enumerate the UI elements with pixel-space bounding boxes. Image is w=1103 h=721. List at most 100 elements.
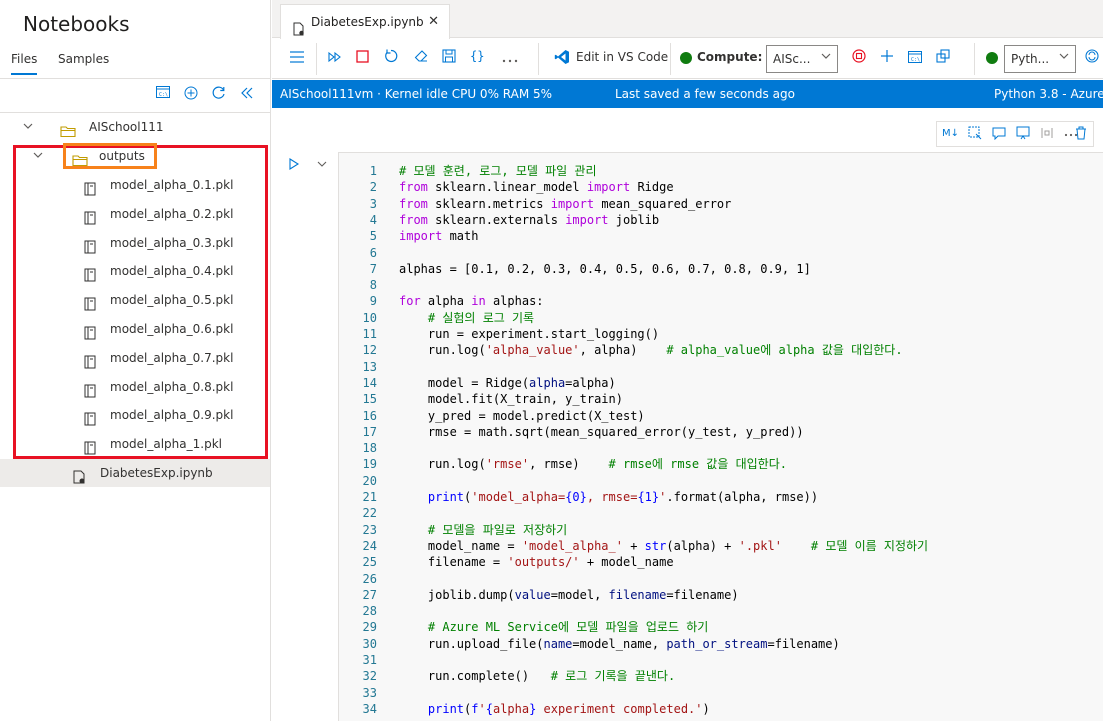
vm-status: AISchool111vm · Kernel idle CPU 0% RAM 5… <box>280 87 553 101</box>
line-number: 28 <box>362 604 377 619</box>
divider <box>0 78 271 79</box>
tree-item-file[interactable]: model_alpha_0.5.pkl <box>0 286 270 314</box>
code-line: 28 <box>339 603 1103 619</box>
tree-folder-outputs[interactable]: outputs <box>0 142 270 170</box>
restart-icon[interactable] <box>384 49 398 69</box>
tree-item-file[interactable]: model_alpha_0.3.pkl <box>0 229 270 257</box>
code-text: # Azure ML Service에 모델 파일을 업로드 하기 <box>427 620 709 635</box>
code-text: y_pred = model.predict(X_test) <box>399 408 645 423</box>
code-line: 4 from sklearn.externals import joblib <box>339 212 1103 228</box>
line-number: 31 <box>362 653 377 667</box>
code-line: 20 <box>339 473 1103 489</box>
code-line: 12 run.log('alpha_value', alpha) # alpha… <box>339 342 1103 358</box>
line-number: 18 <box>362 441 377 456</box>
tab-samples[interactable]: Samples <box>58 52 109 66</box>
more-icon[interactable] <box>502 49 518 69</box>
tree-item-file[interactable]: model_alpha_0.7.pkl <box>0 344 270 372</box>
code-line: 10 # 실험의 로그 기록 <box>339 310 1103 326</box>
tree-root-folder[interactable]: AISchool111 <box>0 113 270 141</box>
editor-tabstrip: DiabetesExp.ipynb ✕ <box>272 0 1103 39</box>
code-text: run.log('rmse', rmse) # rmse에 rmse 값을 대입… <box>399 457 787 472</box>
line-number: 4 <box>369 212 377 227</box>
variables-icon[interactable]: {} <box>470 49 486 69</box>
menu-icon[interactable] <box>290 49 304 69</box>
line-number: 23 <box>362 522 377 537</box>
run-by-line-icon[interactable] <box>967 126 983 142</box>
chevron-down-icon[interactable] <box>22 121 34 133</box>
line-number: 9 <box>369 294 377 309</box>
tree-item-file[interactable]: model_alpha_0.4.pkl <box>0 257 270 285</box>
tree-item-label: model_alpha_0.1.pkl <box>110 178 234 192</box>
line-number: 11 <box>362 327 377 341</box>
save-icon[interactable] <box>442 49 456 69</box>
notebook-file-icon <box>293 15 305 36</box>
kernel-status-icon <box>986 52 998 64</box>
code-line: 15 model.fit(X_train, y_train) <box>339 391 1103 407</box>
code-text: run = experiment.start_logging() <box>399 327 660 341</box>
tree-item-label: model_alpha_0.2.pkl <box>110 206 234 221</box>
chevron-down-icon[interactable] <box>316 158 328 173</box>
open-in-icon[interactable] <box>936 49 950 69</box>
tree-item-file[interactable]: model_alpha_0.2.pkl <box>0 200 270 228</box>
tree-item-file[interactable]: model_alpha_0.6.pkl <box>0 315 270 343</box>
stop-compute-icon[interactable] <box>852 49 866 69</box>
refresh-icon[interactable] <box>210 86 228 104</box>
tree-item-notebook[interactable]: DiabetesExp.ipynb <box>0 459 270 487</box>
kernel-refresh-icon[interactable] <box>1085 49 1099 69</box>
tab-files[interactable]: Files <box>11 52 38 75</box>
code-text: model = Ridge(alpha=alpha) <box>399 375 616 390</box>
tree-item-label: model_alpha_0.8.pkl <box>110 379 234 394</box>
line-number: 1 <box>369 164 377 178</box>
divider <box>316 43 317 75</box>
tree-item-label: model_alpha_0.6.pkl <box>110 322 234 336</box>
compute-select-value: AISc... <box>773 52 811 66</box>
code-line: 1 # 모델 훈련, 로그, 모델 파일 관리 <box>339 163 1103 179</box>
code-line: 5 import math <box>339 228 1103 244</box>
run-cell-icon[interactable] <box>288 158 300 173</box>
code-line: 18 <box>339 440 1103 456</box>
line-number: 19 <box>362 457 377 472</box>
stop-icon[interactable] <box>356 49 369 69</box>
code-line: 27 joblib.dump(value=model, filename=fil… <box>339 587 1103 603</box>
tree-item-label: AISchool111 <box>89 120 164 134</box>
terminal-icon[interactable]: C:\ <box>154 86 172 104</box>
delete-icon[interactable] <box>1073 126 1089 142</box>
line-number: 8 <box>369 278 377 293</box>
run-all-icon[interactable] <box>328 49 342 69</box>
line-number: 30 <box>362 636 377 651</box>
collapse-panel-icon[interactable] <box>238 86 256 104</box>
add-file-icon[interactable] <box>182 86 200 104</box>
chevron-down-icon[interactable] <box>32 150 44 162</box>
close-icon[interactable]: ✕ <box>428 5 439 39</box>
tree-item-file[interactable]: model_alpha_1.pkl <box>0 430 270 458</box>
tree-item-label: model_alpha_0.9.pkl <box>110 408 234 423</box>
comment-icon[interactable] <box>991 126 1007 142</box>
split-cell-icon[interactable] <box>1039 126 1055 142</box>
code-line: 23 # 모델을 파일로 저장하기 <box>339 522 1103 538</box>
code-line: 26 <box>339 571 1103 587</box>
add-compute-icon[interactable] <box>880 49 894 69</box>
line-number: 24 <box>362 538 377 553</box>
code-line: 13 <box>339 359 1103 375</box>
terminal-icon[interactable]: C:\ <box>908 49 922 69</box>
divider <box>670 43 671 75</box>
code-line: 3 from sklearn.metrics import mean_square… <box>339 196 1103 212</box>
code-cell[interactable]: 1 # 모델 훈련, 로그, 모델 파일 관리 2 from sklearn.line… <box>338 152 1103 721</box>
tree-item-file[interactable]: model_alpha_0.8.pkl <box>0 373 270 401</box>
tree-item-file[interactable]: model_alpha_0.9.pkl <box>0 401 270 429</box>
file-icon <box>84 351 98 369</box>
folder-icon <box>60 120 76 138</box>
compute-select[interactable]: AISc... <box>766 45 838 73</box>
svg-text:C:\: C:\ <box>159 92 168 98</box>
tab-diabetesexp[interactable]: DiabetesExp.ipynb ✕ <box>280 4 450 39</box>
tab-title: DiabetesExp.ipynb <box>311 15 424 29</box>
markdown-icon[interactable]: M↓ <box>941 126 961 142</box>
clear-outputs-icon[interactable] <box>414 49 428 69</box>
kernel-status: Python 3.8 - AzureM <box>994 87 1103 101</box>
edit-in-vscode-button[interactable]: Edit in VS Code <box>576 50 668 64</box>
kernel-select[interactable]: Pyth... <box>1004 45 1076 73</box>
line-number: 29 <box>362 620 377 635</box>
tree-item-file[interactable]: model_alpha_0.1.pkl <box>0 171 270 199</box>
toggle-output-icon[interactable] <box>1015 126 1031 142</box>
panel-tabs: Files Samples <box>0 50 271 78</box>
